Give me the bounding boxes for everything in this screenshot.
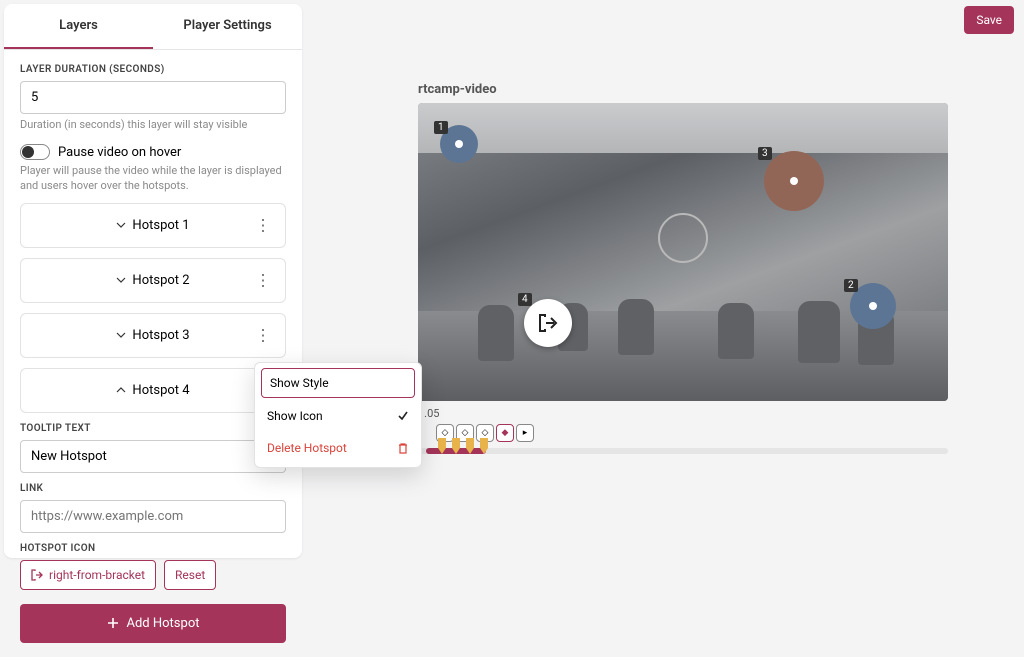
hotspot-2-label: Hotspot 2	[132, 273, 189, 288]
add-hotspot-button[interactable]: Add Hotspot	[20, 604, 286, 643]
menu-delete-label: Delete Hotspot	[267, 441, 347, 455]
plus-icon	[107, 617, 119, 629]
duration-input[interactable]	[20, 81, 286, 114]
link-section: LINK	[20, 483, 286, 533]
hotspot-overlay-2-label: 2	[844, 279, 858, 292]
chevron-up-icon	[116, 385, 126, 395]
chevron-down-icon	[116, 220, 126, 230]
tooltip-label: TOOLTIP TEXT	[20, 423, 286, 434]
main: Save rtcamp-video 1 3 2 4 1.05	[306, 0, 1024, 562]
chevron-down-icon	[116, 330, 126, 340]
hotspot-1-label: Hotspot 1	[132, 218, 189, 233]
timeline-layer-icon[interactable]: ▸	[516, 424, 534, 442]
sidebar: Layers Player Settings LAYER DURATION (S…	[4, 4, 302, 558]
check-icon	[397, 410, 409, 422]
pause-toggle[interactable]	[20, 144, 50, 160]
icon-select-button[interactable]: right-from-bracket	[20, 560, 156, 590]
right-from-bracket-icon	[538, 313, 558, 333]
trash-icon	[397, 442, 409, 454]
hotspot-1-menu[interactable]: ⋮	[255, 216, 271, 235]
tooltip-text-section: TOOLTIP TEXT	[20, 423, 286, 473]
timeline[interactable]: ◇ ◇ ◇ ◆ ▸	[418, 424, 948, 460]
hotspot-item-1[interactable]: Hotspot 1 ⋮	[20, 203, 286, 248]
hotspot-overlay-4[interactable]	[524, 299, 572, 347]
timeline-marker[interactable]	[438, 438, 446, 458]
icon-section-label: HOTSPOT ICON	[20, 543, 286, 554]
right-from-bracket-icon	[31, 569, 43, 581]
icon-value: right-from-bracket	[49, 568, 145, 582]
video-wrapper: 1 3 2 4 1.05 ◇ ◇ ◇ ◆ ▸	[418, 103, 948, 460]
link-input[interactable]	[20, 500, 286, 533]
reset-button[interactable]: Reset	[164, 560, 216, 590]
hotspot-item-3[interactable]: Hotspot 3 ⋮	[20, 313, 286, 358]
menu-show-style[interactable]: Show Style	[261, 368, 415, 398]
tooltip-input[interactable]	[20, 440, 286, 473]
save-button[interactable]: Save	[964, 6, 1014, 34]
hotspot-3-menu[interactable]: ⋮	[255, 326, 271, 345]
tabs: Layers Player Settings	[4, 4, 302, 50]
hotspot-context-menu: Show Style Show Icon Delete Hotspot	[254, 362, 422, 468]
hotspot-2-menu[interactable]: ⋮	[255, 271, 271, 290]
sidebar-body: LAYER DURATION (SECONDS) Duration (in se…	[4, 50, 302, 657]
hotspot-overlay-3[interactable]	[764, 151, 824, 211]
timeline-marker[interactable]	[466, 438, 474, 458]
hotspot-overlay-4-label: 4	[518, 293, 532, 306]
menu-show-icon-label: Show Icon	[267, 409, 323, 423]
tab-layers[interactable]: Layers	[4, 4, 153, 49]
icon-section: HOTSPOT ICON right-from-bracket Reset	[20, 543, 286, 590]
hotspot-3-label: Hotspot 3	[132, 328, 189, 343]
duration-label: LAYER DURATION (SECONDS)	[20, 64, 286, 75]
hotspot-item-4[interactable]: Hotspot 4 ⋮	[20, 368, 286, 413]
menu-delete-hotspot[interactable]: Delete Hotspot	[255, 432, 421, 464]
add-hotspot-label: Add Hotspot	[127, 616, 200, 631]
hotspot-item-2[interactable]: Hotspot 2 ⋮	[20, 258, 286, 303]
timeline-marker[interactable]	[452, 438, 460, 458]
chevron-down-icon	[116, 275, 126, 285]
timeline-bar[interactable]	[418, 448, 948, 454]
timeline-marker[interactable]	[480, 438, 488, 458]
timeline-layer-icon[interactable]: ◆	[496, 424, 514, 442]
tab-player-settings[interactable]: Player Settings	[153, 4, 302, 49]
video-preview[interactable]: 1 3 2 4	[418, 103, 948, 401]
timestamp: 1.05	[418, 407, 948, 420]
hotspot-overlay-1-label: 1	[434, 121, 448, 134]
hotspot-overlay-3-label: 3	[758, 147, 772, 160]
pause-helper: Player will pause the video while the la…	[20, 164, 286, 193]
hotspot-4-label: Hotspot 4	[132, 383, 189, 398]
video-title: rtcamp-video	[418, 82, 1012, 97]
pause-label: Pause video on hover	[58, 145, 181, 160]
link-label: LINK	[20, 483, 286, 494]
menu-show-icon[interactable]: Show Icon	[255, 400, 421, 432]
pause-toggle-row: Pause video on hover	[20, 144, 286, 160]
duration-helper: Duration (in seconds) this layer will st…	[20, 118, 286, 132]
